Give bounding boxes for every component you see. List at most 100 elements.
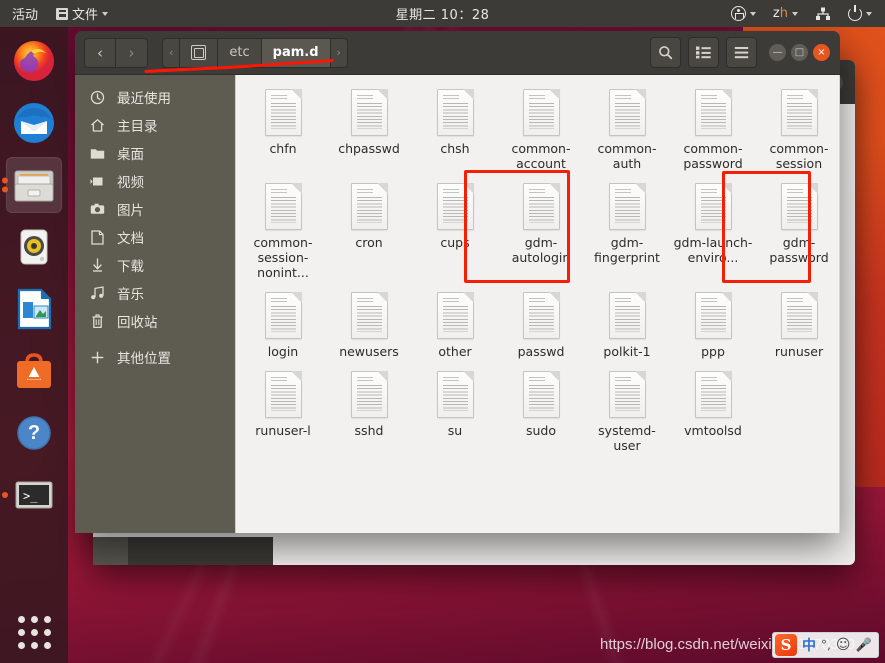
file-item[interactable]: newusers — [326, 286, 412, 363]
keyboard-layout-label: zh — [772, 6, 788, 21]
ime-mode-label[interactable]: 中 — [802, 635, 816, 655]
file-icon-lines — [270, 298, 287, 304]
keyboard-layout-menu[interactable]: zh — [769, 4, 802, 23]
file-item[interactable]: passwd — [498, 286, 584, 363]
file-icon-lines — [442, 95, 459, 101]
file-item[interactable]: vmtoolsd — [670, 365, 756, 457]
ime-punctuation-toggle[interactable]: °, — [821, 638, 831, 652]
file-item[interactable]: gdm-autologin — [498, 177, 584, 284]
network-icon — [816, 7, 830, 20]
sidebar-item-recent[interactable]: 最近使用 — [75, 83, 235, 111]
file-item[interactable]: chfn — [240, 83, 326, 175]
file-item[interactable]: other — [412, 286, 498, 363]
sidebar-item-music[interactable]: 音乐 — [75, 279, 235, 307]
file-icon-lines — [700, 377, 717, 383]
view-toggle-button[interactable] — [688, 37, 719, 68]
file-item[interactable]: chpasswd — [326, 83, 412, 175]
dock-item-libreoffice-impress[interactable] — [6, 281, 62, 337]
power-menu[interactable] — [844, 4, 876, 23]
activities-button[interactable]: 活动 — [8, 2, 42, 25]
dock-item-firefox[interactable] — [6, 33, 62, 89]
file-icon-lines — [614, 189, 631, 195]
sidebar-item-documents[interactable]: 文档 — [75, 223, 235, 251]
file-item[interactable]: common-auth — [584, 83, 670, 175]
navigation-buttons: ‹ › — [84, 37, 148, 68]
file-item[interactable]: runuser — [756, 286, 840, 363]
file-item-label: gdm-autologin — [511, 235, 571, 265]
folder-icon — [89, 147, 105, 160]
dock-item-thunderbird[interactable] — [6, 95, 62, 151]
dock-item-rhythmbox[interactable] — [6, 219, 62, 275]
emoji-icon[interactable]: ☺ — [836, 637, 851, 653]
accessibility-menu[interactable] — [727, 4, 760, 23]
file-item[interactable]: common-password — [670, 83, 756, 175]
text-file-icon — [436, 292, 474, 339]
sidebar-item-trash[interactable]: 回收站 — [75, 307, 235, 335]
sidebar-item-desktop[interactable]: 桌面 — [75, 139, 235, 167]
file-item-label: sshd — [354, 423, 384, 438]
maximize-button[interactable]: □ — [791, 44, 808, 61]
file-icon-lines — [270, 95, 287, 101]
sogou-logo-icon[interactable]: S — [775, 634, 797, 656]
file-icon-lines — [528, 189, 545, 195]
file-item-label: common-session-nonint... — [253, 235, 313, 280]
sidebar-item-label: 文档 — [117, 231, 144, 247]
camera-icon — [89, 203, 105, 215]
dock-item-files[interactable] — [2, 157, 62, 213]
file-item[interactable]: systemd-user — [584, 365, 670, 457]
sidebar-item-home[interactable]: 主目录 — [75, 111, 235, 139]
sidebar-item-label: 视频 — [117, 175, 144, 191]
search-button[interactable] — [650, 37, 681, 68]
file-item[interactable]: common-session-nonint... — [240, 177, 326, 284]
file-item-label: cups — [440, 235, 470, 250]
file-icon-lines — [442, 377, 459, 383]
file-item[interactable]: sshd — [326, 365, 412, 457]
file-item[interactable]: common-session — [756, 83, 840, 175]
file-item[interactable]: gdm-fingerprint — [584, 177, 670, 284]
text-file-icon — [436, 89, 474, 136]
file-item[interactable]: runuser-l — [240, 365, 326, 457]
network-menu[interactable] — [811, 5, 835, 23]
file-item-label: common-session — [769, 141, 829, 171]
file-item[interactable]: gdm-launch-enviro... — [670, 177, 756, 284]
sidebar-item-label: 回收站 — [117, 315, 158, 331]
breadcrumb-item-pamd[interactable]: pam.d — [261, 37, 331, 68]
ime-indicator[interactable]: S 中 °, ☺ 🎤 — [772, 632, 879, 658]
sidebar-item-videos[interactable]: 视频 — [75, 167, 235, 195]
file-item-label: chfn — [269, 141, 297, 156]
file-item[interactable]: polkit-1 — [584, 286, 670, 363]
breadcrumb-scroll-right[interactable]: › — [330, 37, 348, 68]
show-applications-button[interactable] — [17, 616, 51, 649]
file-item[interactable]: cups — [412, 177, 498, 284]
file-item[interactable]: chsh — [412, 83, 498, 175]
file-item[interactable]: ppp — [670, 286, 756, 363]
file-icon-lines — [528, 377, 545, 383]
microphone-icon[interactable]: 🎤 — [855, 638, 871, 653]
breadcrumb-root-icon-button[interactable] — [180, 37, 219, 68]
main-menu-button[interactable] — [726, 37, 757, 68]
dock-item-help[interactable]: ? — [6, 405, 62, 461]
minimize-button[interactable]: — — [769, 44, 786, 61]
breadcrumb-scroll-left[interactable]: ‹ — [162, 37, 181, 68]
file-item[interactable]: gdm-password — [756, 177, 840, 284]
sidebar-item-downloads[interactable]: 下载 — [75, 251, 235, 279]
back-button[interactable]: ‹ — [84, 37, 116, 68]
sidebar-item-other-locations[interactable]: 其他位置 — [75, 343, 235, 371]
file-item[interactable]: login — [240, 286, 326, 363]
breadcrumb-item-etc[interactable]: etc — [218, 37, 262, 68]
file-item[interactable]: cron — [326, 177, 412, 284]
file-icon-lines — [356, 189, 373, 195]
file-grid-area[interactable]: chfn chpasswd chsh common-account common-aut… — [235, 75, 840, 533]
vertical-scrollbar[interactable] — [839, 75, 840, 533]
accessibility-icon — [730, 6, 746, 21]
app-menu-files[interactable]: 文件 — [52, 2, 112, 25]
dock-item-ubuntu-software[interactable] — [6, 343, 62, 399]
file-item[interactable]: sudo — [498, 365, 584, 457]
forward-button[interactable]: › — [116, 37, 148, 68]
files-window: ‹ › ‹ etc pam.d › — □ × 最近使用 主目录 桌面 视频 图… — [75, 31, 840, 533]
file-item[interactable]: common-account — [498, 83, 584, 175]
file-item[interactable]: su — [412, 365, 498, 457]
dock-item-terminal[interactable]: >_ — [2, 467, 62, 523]
sidebar-item-pictures[interactable]: 图片 — [75, 195, 235, 223]
close-button[interactable]: × — [813, 44, 830, 61]
